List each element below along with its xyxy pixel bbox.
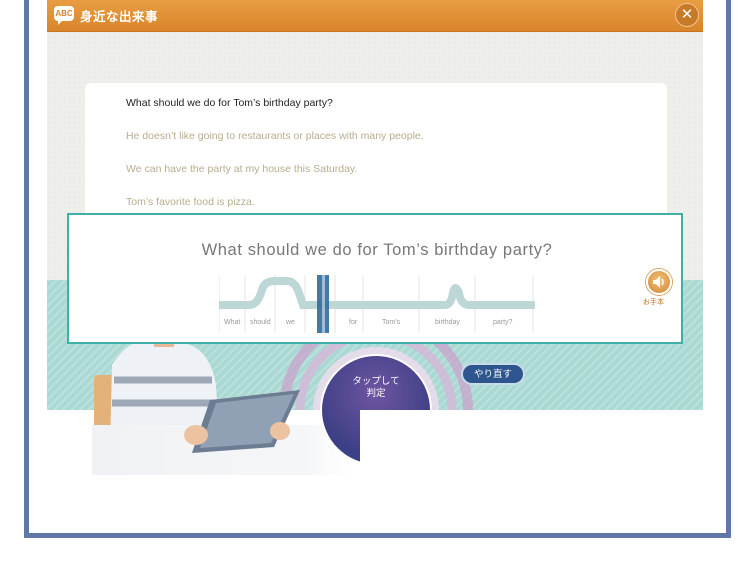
judge-line-2: 判定 bbox=[366, 388, 386, 399]
model-audio-label[interactable]: お手本 bbox=[643, 297, 664, 307]
pronunciation-panel: What should we do for Tom’s birthday par… bbox=[67, 213, 683, 344]
speaker-icon[interactable] bbox=[646, 269, 672, 295]
word-label: for bbox=[349, 319, 358, 326]
content-bottom-mask bbox=[360, 410, 703, 530]
retry-button[interactable]: やり直す bbox=[461, 363, 525, 385]
word-label: should bbox=[250, 319, 271, 326]
word-label: Tom’s bbox=[382, 319, 401, 326]
word-label: birthday bbox=[435, 319, 460, 326]
word-label: party? bbox=[493, 319, 513, 326]
judge-line-1: タップして bbox=[352, 376, 400, 387]
word-label: we bbox=[286, 319, 295, 326]
word-label: What bbox=[224, 319, 241, 326]
target-sentence: What should we do for Tom’s birthday par… bbox=[201, 241, 553, 259]
